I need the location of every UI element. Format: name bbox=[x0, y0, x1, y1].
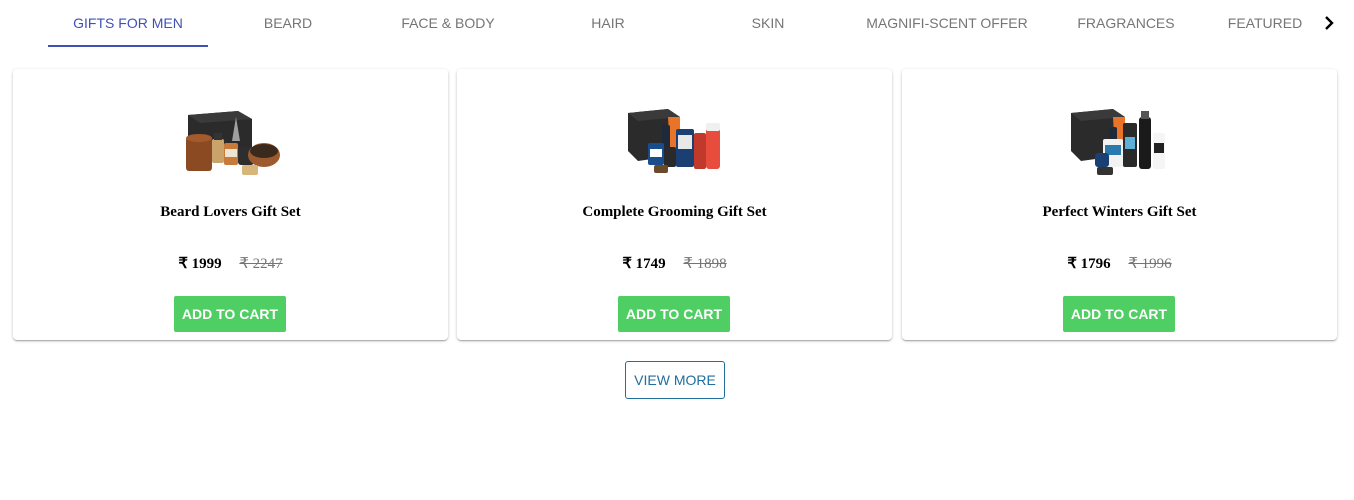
tab-skin[interactable]: SKIN bbox=[688, 0, 848, 46]
tabs-scroll-right-button[interactable] bbox=[1316, 8, 1344, 38]
product-image bbox=[628, 109, 720, 173]
price-row: ₹ 1749 ₹ 1898 bbox=[457, 254, 892, 273]
product-price: ₹ 1999 bbox=[178, 256, 222, 272]
product-title[interactable]: Complete Grooming Gift Set bbox=[457, 204, 892, 221]
add-to-cart-button[interactable]: ADD TO CART bbox=[174, 296, 286, 332]
product-old-price: ₹ 1898 bbox=[683, 256, 727, 272]
product-title[interactable]: Perfect Winters Gift Set bbox=[902, 204, 1337, 221]
product-old-price: ₹ 1996 bbox=[1128, 256, 1172, 272]
add-to-cart-button[interactable]: ADD TO CART bbox=[618, 296, 730, 332]
product-card[interactable]: Beard Lovers Gift Set ₹ 1999 ₹ 2247 ADD … bbox=[13, 69, 448, 340]
category-tabs: GIFTS FOR MEN BEARD FACE & BODY HAIR SKI… bbox=[0, 0, 1354, 48]
product-card[interactable]: Complete Grooming Gift Set ₹ 1749 ₹ 1898… bbox=[457, 69, 892, 340]
tab-beard[interactable]: BEARD bbox=[208, 0, 368, 46]
tab-gifts-for-men[interactable]: GIFTS FOR MEN bbox=[48, 0, 208, 46]
tab-magnifi-scent-offer[interactable]: MAGNIFI-SCENT OFFER bbox=[862, 0, 1032, 46]
add-to-cart-button[interactable]: ADD TO CART bbox=[1063, 296, 1175, 332]
chevron-right-icon bbox=[1325, 16, 1334, 30]
tab-fragrances[interactable]: FRAGRANCES bbox=[1046, 0, 1206, 46]
product-price: ₹ 1749 bbox=[622, 256, 666, 272]
tab-featured[interactable]: FEATURED bbox=[1206, 0, 1324, 46]
product-image bbox=[186, 111, 280, 175]
product-card[interactable]: Perfect Winters Gift Set ₹ 1796 ₹ 1996 A… bbox=[902, 69, 1337, 340]
price-row: ₹ 1796 ₹ 1996 bbox=[902, 254, 1337, 273]
product-image bbox=[1071, 109, 1165, 175]
active-tab-indicator bbox=[48, 45, 208, 47]
product-price: ₹ 1796 bbox=[1067, 256, 1111, 272]
view-more-button[interactable]: VIEW MORE bbox=[625, 361, 725, 399]
product-old-price: ₹ 2247 bbox=[239, 256, 283, 272]
price-row: ₹ 1999 ₹ 2247 bbox=[13, 254, 448, 273]
tab-hair[interactable]: HAIR bbox=[528, 0, 688, 46]
product-title[interactable]: Beard Lovers Gift Set bbox=[13, 204, 448, 221]
tab-face-body[interactable]: FACE & BODY bbox=[368, 0, 528, 46]
